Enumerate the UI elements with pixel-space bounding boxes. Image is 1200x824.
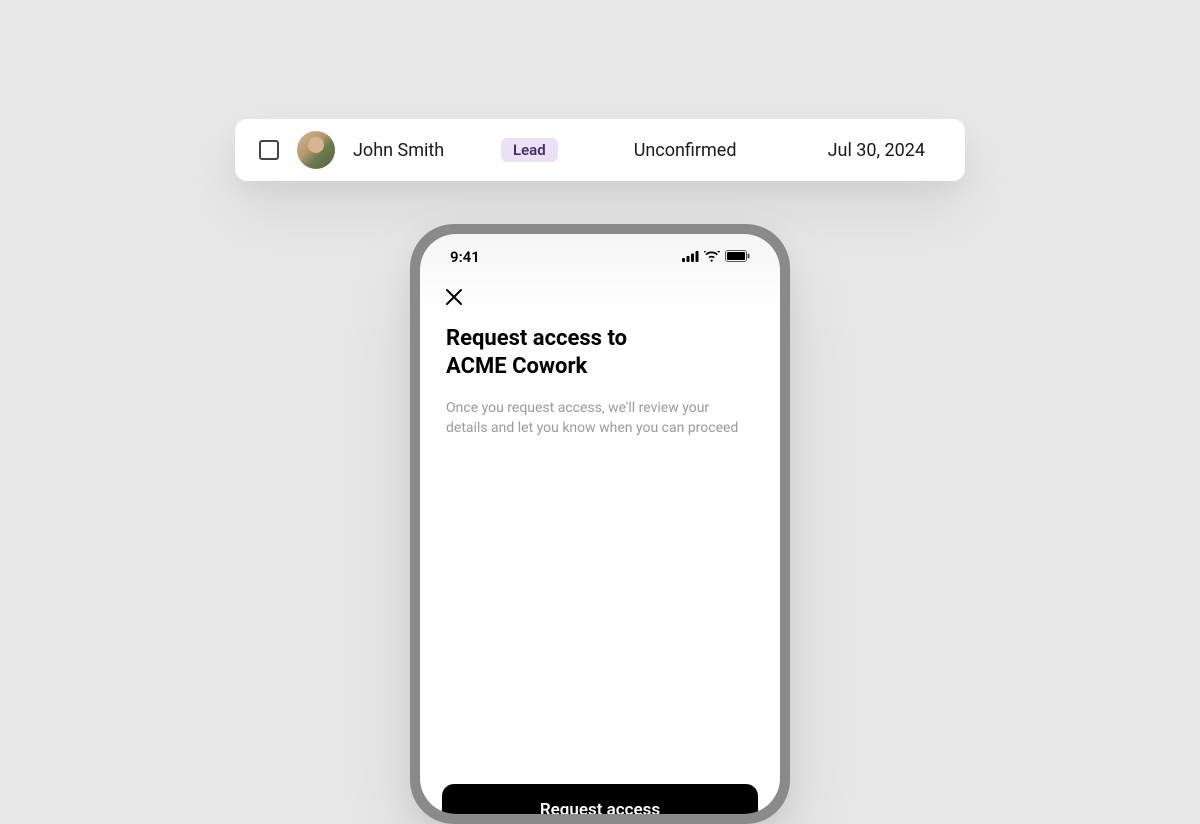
status-bar: 9:41	[442, 248, 758, 280]
lead-badge: Lead	[501, 138, 558, 162]
status-icons	[682, 248, 750, 266]
cellular-icon	[682, 248, 699, 266]
wifi-icon	[704, 248, 720, 266]
avatar	[297, 131, 335, 169]
modal-title: Request access to ACME Cowork	[446, 325, 754, 380]
phone-screen: 9:41 Request access to ACME Cowork Once …	[420, 234, 780, 814]
status-time: 9:41	[450, 248, 480, 266]
battery-icon	[725, 248, 750, 266]
close-icon[interactable]	[446, 286, 462, 311]
request-access-button[interactable]: Request access	[442, 784, 758, 814]
contact-name: John Smith	[353, 140, 483, 161]
phone-mockup: 9:41 Request access to ACME Cowork Once …	[410, 224, 790, 824]
status-text: Unconfirmed	[634, 140, 804, 161]
table-row: John Smith Lead Unconfirmed Jul 30, 2024	[235, 119, 965, 181]
row-checkbox[interactable]	[259, 140, 279, 160]
modal-subtitle: Once you request access, we'll review yo…	[446, 398, 754, 439]
date-text: Jul 30, 2024	[828, 140, 941, 161]
